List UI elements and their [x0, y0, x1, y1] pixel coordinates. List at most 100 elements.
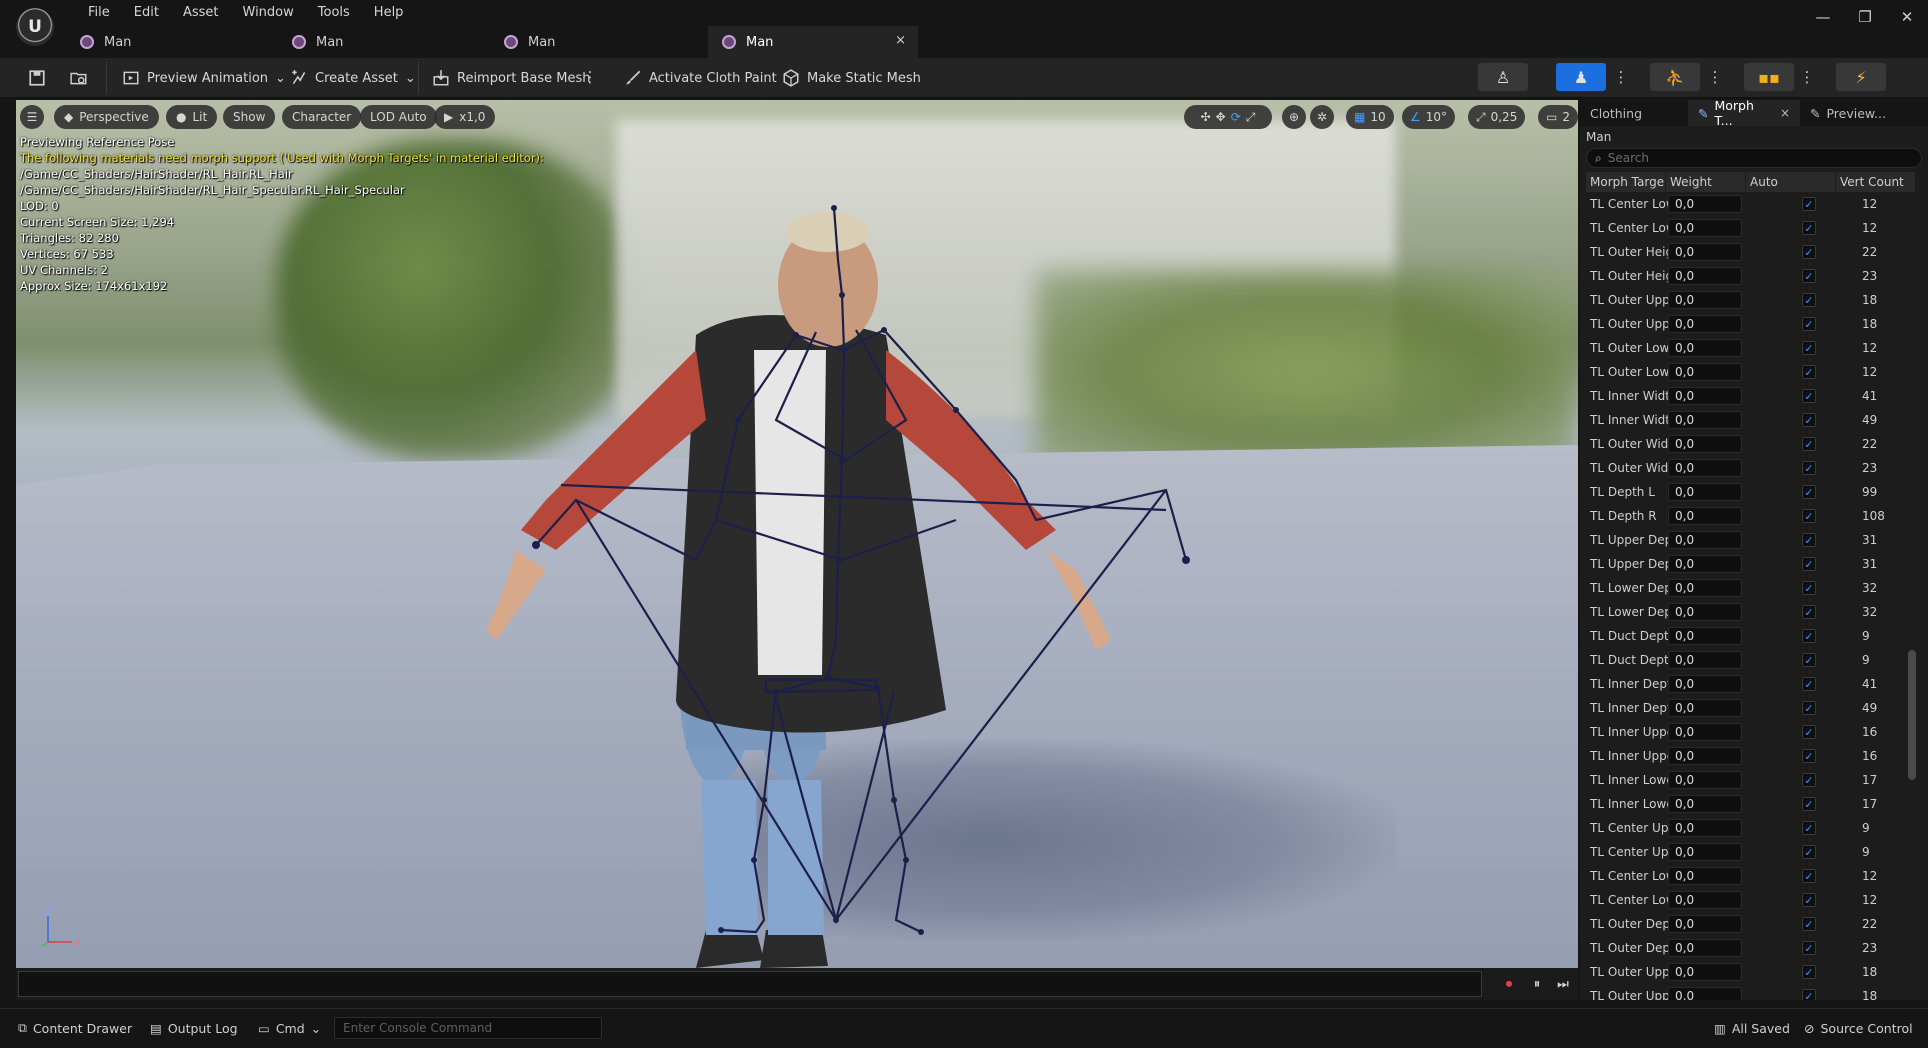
auto-checkbox[interactable]: ✓ — [1802, 365, 1816, 379]
morph-weight-field[interactable]: 0,0 — [1668, 675, 1742, 693]
morph-weight-field[interactable]: 0,0 — [1668, 603, 1742, 621]
lod-button[interactable]: LOD Auto — [360, 105, 437, 129]
morph-target-row[interactable]: TL Outer Lowe0,0 ✓ 12 — [1586, 336, 1916, 360]
playback-speed-button[interactable]: ▶ x1,0 — [434, 105, 496, 129]
morph-weight-field[interactable]: 0,0 — [1668, 723, 1742, 741]
scale-snap-button[interactable]: ⤢ 0,25 — [1468, 105, 1526, 129]
morph-weight-field[interactable]: 0,0 — [1668, 291, 1742, 309]
list-scrollbar[interactable] — [1908, 650, 1916, 780]
morph-target-row[interactable]: TL Outer Dept 0,0 ✓ 23 — [1586, 936, 1916, 960]
morph-weight-field[interactable]: 0,0 — [1668, 435, 1742, 453]
morph-target-row[interactable]: TL Duct Depth 0,0 ✓ 9 — [1586, 648, 1916, 672]
auto-checkbox[interactable]: ✓ — [1802, 605, 1816, 619]
morph-weight-field[interactable]: 0,0 — [1668, 627, 1742, 645]
cmd-dropdown[interactable]: ▭ Cmd ⌄ — [258, 1017, 321, 1039]
morph-weight-field[interactable]: 0,0 — [1668, 363, 1742, 381]
auto-checkbox[interactable]: ✓ — [1802, 893, 1816, 907]
auto-checkbox[interactable]: ✓ — [1802, 197, 1816, 211]
morph-weight-field[interactable]: 0,0 — [1668, 747, 1742, 765]
auto-checkbox[interactable]: ✓ — [1802, 869, 1816, 883]
animation-mode-button[interactable]: ⛹ — [1650, 63, 1700, 91]
morph-target-row[interactable]: TL Center Low 0,0 ✓ 12 — [1586, 888, 1916, 912]
show-button[interactable]: Show — [223, 105, 276, 129]
animation-mode-kebab-icon[interactable]: ⋮ — [1708, 63, 1723, 91]
morph-weight-field[interactable]: 0,0 — [1668, 243, 1742, 261]
auto-checkbox[interactable]: ✓ — [1802, 965, 1816, 979]
tab-preview-settings[interactable]: ✎ Preview... — [1800, 100, 1910, 126]
morph-target-row[interactable]: TL Depth L 0,0 ✓ 99 — [1586, 480, 1916, 504]
morph-target-row[interactable]: TL Lower Dep 0,0 ✓ 32 — [1586, 600, 1916, 624]
auto-checkbox[interactable]: ✓ — [1802, 557, 1816, 571]
browse-asset-button[interactable] — [64, 64, 94, 92]
menu-edit[interactable]: Edit — [122, 3, 171, 23]
blueprint-mode-button[interactable]: ▪▪ — [1744, 63, 1794, 91]
morph-target-row[interactable]: TL Upper Dep 0,0 ✓ 31 — [1586, 552, 1916, 576]
morph-target-row[interactable]: TL Inner Lowe 0,0 ✓ 17 — [1586, 768, 1916, 792]
morph-weight-field[interactable]: 0,0 — [1668, 579, 1742, 597]
morph-weight-field[interactable]: 0,0 — [1668, 411, 1742, 429]
morph-weight-field[interactable]: 0,0 — [1668, 339, 1742, 357]
all-saved-button[interactable]: ▥ All Saved — [1714, 1017, 1790, 1039]
viewport[interactable]: ☰ ◆ Perspective ● Lit Show Character LOD… — [16, 100, 1578, 968]
close-tab-icon[interactable]: × — [1780, 106, 1790, 120]
auto-checkbox[interactable]: ✓ — [1802, 773, 1816, 787]
auto-checkbox[interactable]: ✓ — [1802, 341, 1816, 355]
column-auto[interactable]: Auto — [1746, 172, 1836, 192]
morph-search-input[interactable]: ⌕ Search — [1586, 148, 1922, 168]
morph-weight-field[interactable]: 0,0 — [1668, 963, 1742, 981]
auto-checkbox[interactable]: ✓ — [1802, 821, 1816, 835]
morph-weight-field[interactable]: 0,0 — [1668, 651, 1742, 669]
output-log-button[interactable]: ▤ Output Log — [150, 1017, 238, 1039]
auto-checkbox[interactable]: ✓ — [1802, 221, 1816, 235]
surface-snap-toggle[interactable]: ✲ — [1310, 105, 1334, 129]
auto-checkbox[interactable]: ✓ — [1802, 485, 1816, 499]
morph-target-row[interactable]: TL Inner Lowe 0,0 ✓ 17 — [1586, 792, 1916, 816]
auto-checkbox[interactable]: ✓ — [1802, 653, 1816, 667]
auto-checkbox[interactable]: ✓ — [1802, 989, 1816, 1000]
morph-target-row[interactable]: TL Lower Dep 0,0 ✓ 32 — [1586, 576, 1916, 600]
auto-checkbox[interactable]: ✓ — [1802, 269, 1816, 283]
auto-checkbox[interactable]: ✓ — [1802, 581, 1816, 595]
auto-checkbox[interactable]: ✓ — [1802, 917, 1816, 931]
blueprint-mode-kebab-icon[interactable]: ⋮ — [1800, 63, 1815, 91]
source-control-button[interactable]: ⊘ Source Control — [1804, 1017, 1913, 1039]
preview-animation-button[interactable]: Preview Animation ⌄ — [116, 64, 292, 92]
morph-target-row[interactable]: TL Center Upp 0,0 ✓ 9 — [1586, 816, 1916, 840]
morph-target-row[interactable]: TL Duct Depth 0,0 ✓ 9 — [1586, 624, 1916, 648]
mesh-mode-kebab-icon[interactable]: ⋮ — [1614, 63, 1629, 91]
morph-weight-field[interactable]: 0,0 — [1668, 267, 1742, 285]
morph-target-row[interactable]: TL Outer Width0,0 ✓ 22 — [1586, 432, 1916, 456]
menu-help[interactable]: Help — [362, 3, 416, 23]
morph-target-row[interactable]: TL Outer Dept 0,0 ✓ 22 — [1586, 912, 1916, 936]
auto-checkbox[interactable]: ✓ — [1802, 389, 1816, 403]
reimport-options-kebab-icon[interactable]: ⋮ — [583, 63, 598, 91]
content-drawer-button[interactable]: ⧉ Content Drawer — [18, 1017, 132, 1039]
auto-checkbox[interactable]: ✓ — [1802, 701, 1816, 715]
auto-checkbox[interactable]: ✓ — [1802, 677, 1816, 691]
column-vert-count[interactable]: Vert Count — [1836, 172, 1916, 192]
menu-file[interactable]: File — [76, 3, 122, 23]
morph-target-row[interactable]: TL Outer Lowe0,0 ✓ 12 — [1586, 360, 1916, 384]
physics-mode-button[interactable]: ⚡ — [1836, 63, 1886, 91]
morph-target-row[interactable]: TL Upper Dep 0,0 ✓ 31 — [1586, 528, 1916, 552]
morph-weight-field[interactable]: 0,0 — [1668, 195, 1742, 213]
make-static-mesh-button[interactable]: Make Static Mesh — [776, 64, 927, 92]
reimport-base-mesh-button[interactable]: Reimport Base Mesh — [426, 64, 597, 92]
viewport-menu-button[interactable]: ☰ — [20, 105, 44, 129]
step-forward-button[interactable]: ⏭ — [1554, 975, 1572, 993]
morph-weight-field[interactable]: 0,0 — [1668, 867, 1742, 885]
tab-man-3[interactable]: Man — [490, 26, 660, 58]
camera-speed-button[interactable]: ▭ 2 — [1538, 105, 1578, 129]
morph-target-row[interactable]: TL Inner Uppe 0,0 ✓ 16 — [1586, 744, 1916, 768]
morph-weight-field[interactable]: 0,0 — [1668, 219, 1742, 237]
morph-target-row[interactable]: TL Inner Deptl 0,0 ✓ 41 — [1586, 672, 1916, 696]
morph-target-row[interactable]: TL Center Low 0,0 ✓ 12 — [1586, 216, 1916, 240]
morph-target-row[interactable]: TL Center Upp 0,0 ✓ 9 — [1586, 840, 1916, 864]
record-button[interactable]: ⏺ — [1500, 975, 1518, 993]
morph-weight-field[interactable]: 0,0 — [1668, 891, 1742, 909]
timeline-scrubber[interactable] — [18, 971, 1482, 997]
console-command-input[interactable]: Enter Console Command — [334, 1017, 602, 1039]
tab-man-2[interactable]: Man — [278, 26, 448, 58]
morph-weight-field[interactable]: 0,0 — [1668, 387, 1742, 405]
pause-button[interactable]: ⏸ — [1528, 975, 1546, 993]
